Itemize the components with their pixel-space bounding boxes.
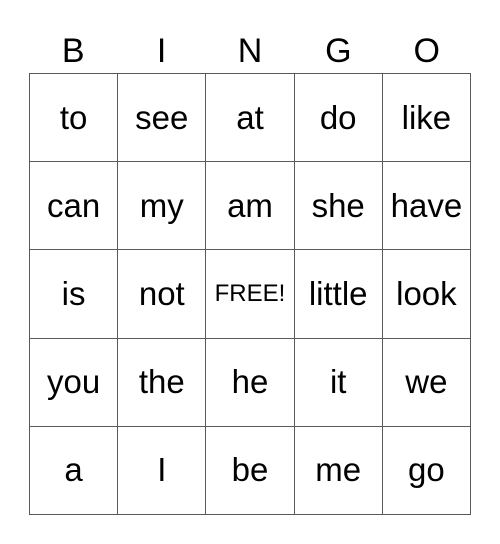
header-letter-b: B xyxy=(61,32,85,70)
bingo-cell[interactable]: a xyxy=(30,426,119,515)
free-space-cell[interactable]: FREE! xyxy=(206,250,295,339)
bingo-cell[interactable]: we xyxy=(382,338,471,427)
bingo-header: B I N G O xyxy=(29,30,471,73)
bingo-cell[interactable]: you xyxy=(30,338,119,427)
header-letter-o: O xyxy=(413,32,440,70)
bingo-cell[interactable]: little xyxy=(294,250,383,339)
bingo-cell[interactable]: me xyxy=(294,426,383,515)
bingo-cell[interactable]: am xyxy=(206,162,295,251)
bingo-cell[interactable]: not xyxy=(118,250,207,339)
bingo-cell[interactable]: like xyxy=(382,74,471,163)
header-letter-g: G xyxy=(325,32,352,70)
bingo-cell[interactable]: I xyxy=(118,426,207,515)
bingo-cell[interactable]: do xyxy=(294,74,383,163)
header-letter-i: I xyxy=(156,32,167,70)
bingo-cell[interactable]: have xyxy=(382,162,471,251)
header-letter-n: N xyxy=(237,32,263,70)
bingo-cell[interactable]: to xyxy=(30,74,119,163)
bingo-cell[interactable]: is xyxy=(30,250,119,339)
bingo-cell[interactable]: go xyxy=(382,426,471,515)
bingo-grid: to see at do like can my am she have is … xyxy=(29,73,471,515)
bingo-cell[interactable]: at xyxy=(206,74,295,163)
bingo-cell[interactable]: see xyxy=(118,74,207,163)
bingo-cell[interactable]: can xyxy=(30,162,119,251)
bingo-cell[interactable]: the xyxy=(118,338,207,427)
bingo-cell[interactable]: it xyxy=(294,338,383,427)
bingo-cell[interactable]: my xyxy=(118,162,207,251)
bingo-cell[interactable]: he xyxy=(206,338,295,427)
bingo-cell[interactable]: she xyxy=(294,162,383,251)
bingo-cell[interactable]: look xyxy=(382,250,471,339)
bingo-cell[interactable]: be xyxy=(206,426,295,515)
